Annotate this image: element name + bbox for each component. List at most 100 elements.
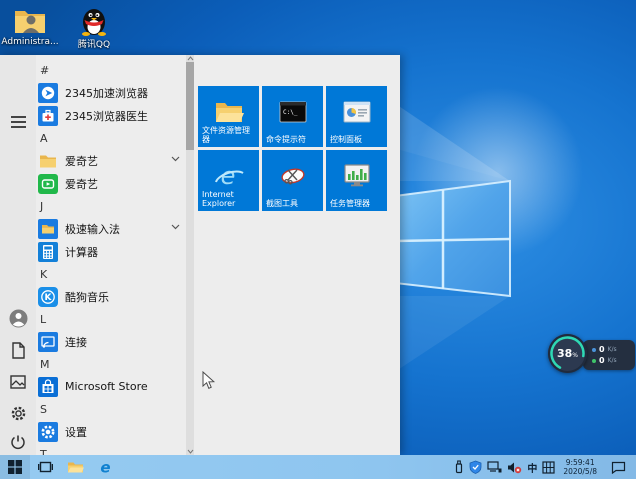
expand-menu-button[interactable] [0,107,36,137]
file-explorer-icon [214,100,244,124]
upload-unit: K/s [607,346,617,353]
folder-icon [67,462,84,472]
tile-command-prompt[interactable]: C:\_ 命令提示符 [262,86,323,147]
app-item-calculator[interactable]: 计算器 [36,240,186,263]
scroll-up-icon[interactable] [186,55,194,62]
internet-explorer-icon: e [213,162,245,190]
taskbar: e 中 9:59:41 2020/5/8 [0,455,636,479]
app-list-header[interactable]: J [36,195,186,217]
volume-muted-icon[interactable] [507,461,522,474]
taskbar-left: e [0,455,120,479]
app-list-scrollbar[interactable] [186,55,194,455]
app-item-kugou-music[interactable]: K 酷狗音乐 [36,285,186,308]
app-list-header[interactable]: # [36,59,186,81]
tile-task-manager[interactable]: 任务管理器 [326,150,387,211]
task-view-icon [37,461,53,473]
tile-file-explorer[interactable]: 文件资源管理器 [198,86,259,147]
power-icon [11,435,25,450]
app-list-header[interactable]: L [36,308,186,330]
upload-speed-row: 0 K/s [583,345,635,354]
settings-button[interactable] [0,398,36,428]
app-item-microsoft-store[interactable]: Microsoft Store [36,375,186,398]
app-list-header[interactable]: K [36,263,186,285]
app-item-2345-browser[interactable]: 2345加速浏览器 [36,81,186,104]
app-list-header[interactable]: A [36,127,186,149]
edge-icon: e [100,459,110,476]
documents-button[interactable] [0,335,36,365]
usb-device-icon[interactable] [454,460,464,474]
app-item-connect[interactable]: 连接 [36,330,186,353]
svg-text:K: K [45,293,53,303]
float-ball-memory-circle[interactable]: 38% [548,334,587,373]
app-folder-iqiyi[interactable]: 爱奇艺 [36,149,186,172]
taskbar-clock[interactable]: 9:59:41 2020/5/8 [560,458,600,476]
connect-cast-icon [38,331,58,352]
scrollbar-thumb[interactable] [186,62,194,150]
input-method-indicator[interactable]: 中 [527,460,537,475]
user-account-button[interactable] [0,303,36,333]
app-list-header[interactable]: S [36,398,186,420]
download-dot-icon [592,358,596,363]
app-folder-jisu-input[interactable]: 极速输入法 [36,217,186,240]
2345-speed-browser-icon [38,82,58,103]
desktop-icon-area: Administra... 腾讯QQ [1,6,120,50]
keyboard-layout-icon[interactable] [542,460,555,474]
svg-text:e: e [100,459,110,476]
security-shield-icon[interactable] [469,460,482,474]
control-panel-icon [343,101,371,123]
task-view-button[interactable] [30,455,60,479]
app-list-header[interactable]: M [36,353,186,375]
svg-text:C:\_: C:\_ [283,109,298,116]
file-explorer-taskbar-button[interactable] [60,455,90,479]
download-speed-row: 0 K/s [583,356,635,365]
app-item-2345-doctor[interactable]: 2345浏览器医生 [36,104,186,127]
kugou-music-icon: K [38,286,58,307]
tile-control-panel[interactable]: 控制面板 [326,86,387,147]
tile-snipping-tool[interactable]: 截图工具 [262,150,323,211]
desktop-icon-label: 腾讯QQ [77,40,111,50]
start-menu-rail [0,55,36,455]
download-unit: K/s [607,357,617,364]
power-button[interactable] [0,427,36,457]
chevron-down-icon[interactable] [171,156,180,162]
clock-date: 2020/5/8 [563,467,597,476]
2345-browser-doctor-icon [38,105,58,126]
chevron-down-icon[interactable] [171,224,180,230]
app-item-settings[interactable]: 设置 [36,420,186,443]
tile-internet-explorer[interactable]: e Internet Explorer [198,150,259,211]
calculator-icon [38,241,58,262]
action-center-button[interactable] [605,461,632,474]
user-folder-icon [12,6,48,36]
network-ethernet-icon[interactable] [487,460,502,474]
memory-percent: 38% [556,347,578,360]
clock-time: 9:59:41 [565,458,595,467]
desktop-icon-label: Administra... [1,37,59,47]
float-ball-speed-panel[interactable]: 0 K/s 0 K/s [583,340,635,370]
start-menu-tiles: 文件资源管理器 C:\_ 命令提示符 控制面板 e Internet Explo… [198,86,392,211]
desktop-icon-tencent-qq[interactable]: 腾讯QQ [68,6,120,50]
start-button[interactable] [0,455,30,479]
desktop-icon-administrator-folder[interactable]: Administra... [1,6,59,50]
document-icon [11,341,25,359]
desktop: Administra... 腾讯QQ 0 K/s 0 K/s 38% # 234… [0,0,636,479]
scroll-down-icon[interactable] [186,448,194,455]
pictures-button[interactable] [0,367,36,397]
edge-taskbar-button[interactable]: e [90,455,120,479]
download-value: 0 [599,356,605,365]
command-prompt-icon: C:\_ [279,101,307,123]
start-menu: # 2345加速浏览器 2345浏览器医生 A 爱奇艺 爱奇艺 J 极速输入法 … [0,55,400,455]
action-center-icon [611,461,626,474]
settings-gear-icon [38,421,58,442]
task-manager-icon [343,164,371,188]
upload-value: 0 [599,345,605,354]
iqiyi-icon [38,173,58,194]
microsoft-store-icon [38,376,58,397]
snipping-tool-icon [278,165,308,187]
system-tray: 中 9:59:41 2020/5/8 [454,455,636,479]
user-avatar-icon [9,309,27,327]
pictures-icon [10,375,26,389]
folder-icon [38,151,58,171]
app-list-header[interactable]: T [36,443,186,456]
gear-icon [11,406,25,420]
app-item-iqiyi[interactable]: 爱奇艺 [36,172,186,195]
